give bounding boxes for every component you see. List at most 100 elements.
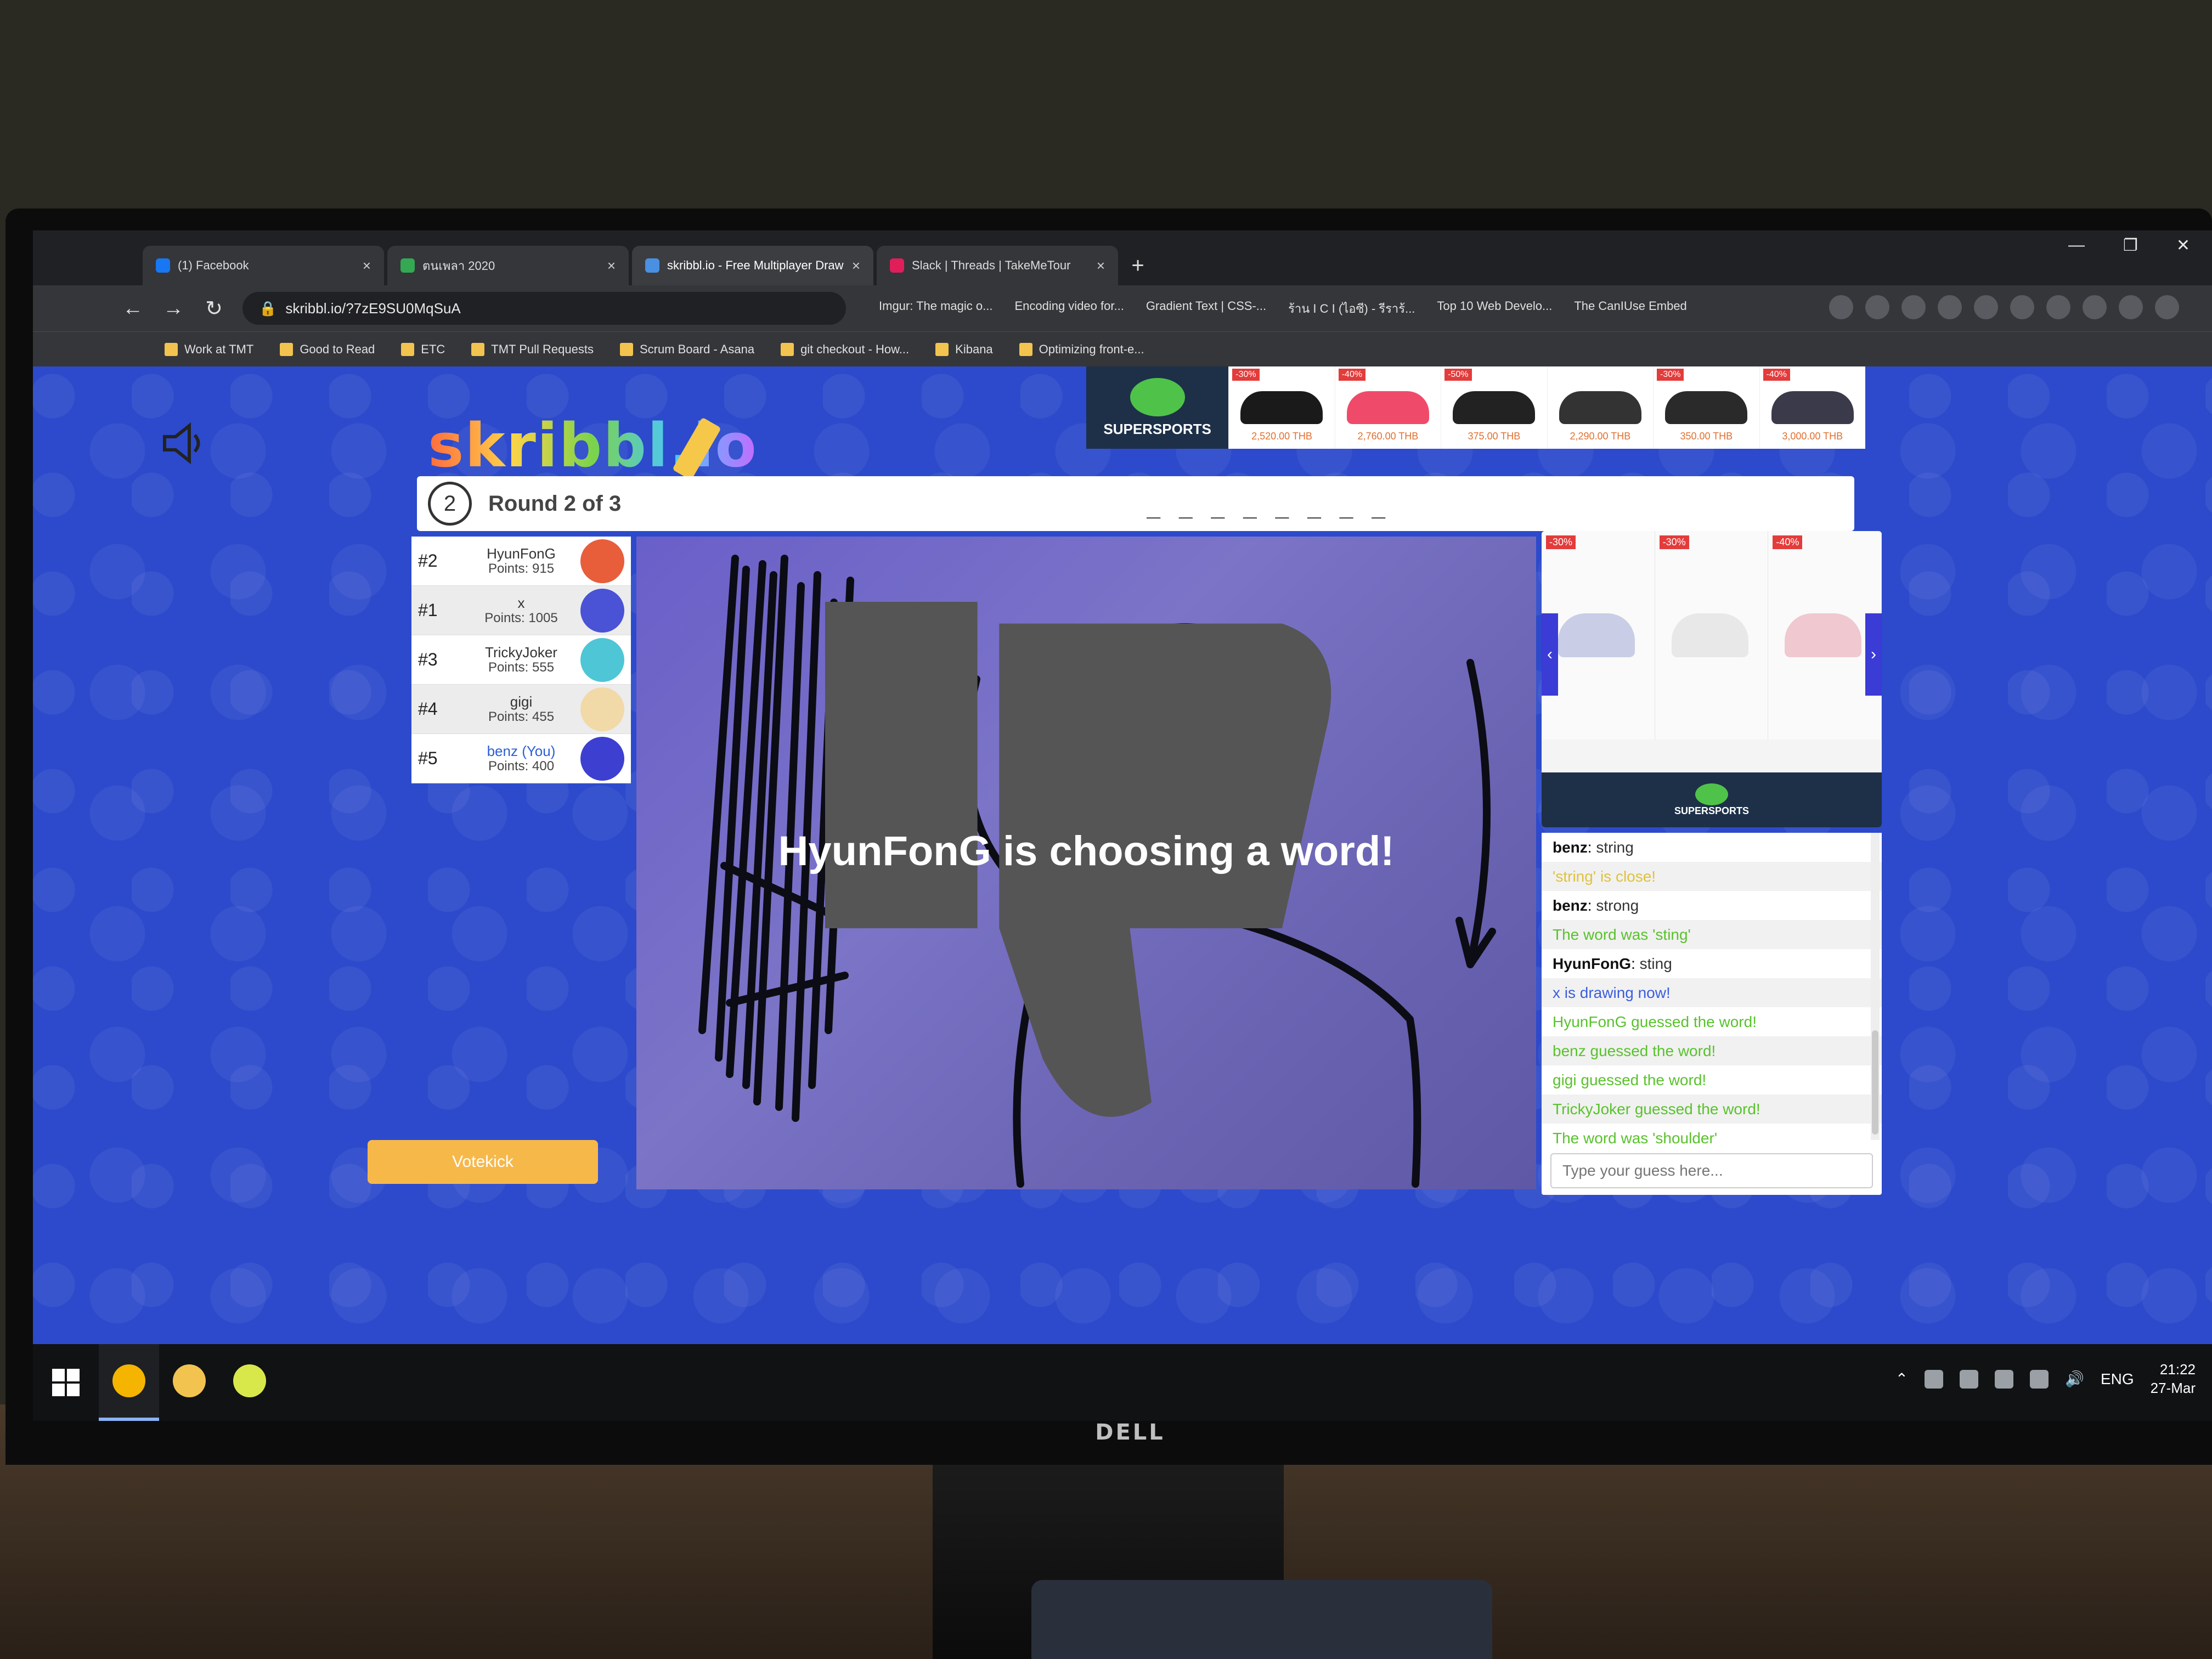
- bookmark-item[interactable]: Imgur: The magic o...: [879, 299, 992, 318]
- player-row[interactable]: #4 gigi Points: 455: [411, 685, 631, 734]
- language-indicator[interactable]: ENG: [2101, 1370, 2134, 1388]
- taskbar-app[interactable]: [219, 1344, 280, 1421]
- address-bar[interactable]: 🔒 skribbl.io/?7zE9SU0MqSuA: [242, 292, 846, 325]
- taskbar-chrome[interactable]: [99, 1344, 159, 1421]
- chat-text: TrickyJoker guessed the word!: [1553, 1101, 1760, 1118]
- ad-product[interactable]: -30%: [1542, 531, 1655, 740]
- discount-badge: -40%: [1773, 535, 1803, 549]
- player-avatar: [580, 588, 624, 633]
- star-icon[interactable]: [1829, 295, 1853, 319]
- bookmark-item[interactable]: Kibana: [935, 342, 993, 357]
- chat-sender: benz: [1553, 897, 1588, 914]
- tray-app-icon[interactable]: [1925, 1369, 1944, 1389]
- drawing-canvas[interactable]: HyunFonG is choosing a word!: [636, 537, 1536, 1189]
- extension-icon[interactable]: [2083, 295, 2107, 319]
- player-row[interactable]: #2 HyunFonG Points: 915: [411, 537, 631, 586]
- bookmark-item[interactable]: Good to Read: [280, 342, 375, 357]
- chevron-up-icon[interactable]: ⌃: [1895, 1370, 1908, 1388]
- sound-icon[interactable]: [159, 421, 208, 465]
- chevron-right-icon[interactable]: ›: [1865, 613, 1882, 696]
- chat-text: The word was 'shoulder': [1553, 1130, 1718, 1147]
- browser-tab[interactable]: (1) Facebook ×: [143, 246, 384, 285]
- bookmark-label: ETC: [421, 342, 445, 356]
- volume-icon[interactable]: 🔊: [2065, 1370, 2084, 1388]
- bookmark-item[interactable]: Optimizing front-e...: [1019, 342, 1144, 357]
- discount-badge: -50%: [1444, 369, 1472, 381]
- menu-icon[interactable]: [2155, 295, 2179, 319]
- tab-strip: (1) Facebook × ตนเพลา 2020 × skribbl.io - Fr…: [33, 230, 2212, 285]
- bookmark-item[interactable]: Scrum Board - Asana: [619, 342, 754, 357]
- player-row[interactable]: #1 x Points: 1005: [411, 586, 631, 635]
- taskbar-clock[interactable]: 21:22 27-Mar: [2151, 1361, 2196, 1398]
- chat-input[interactable]: [1550, 1153, 1873, 1188]
- ad-product[interactable]: -40% 2,760.00 THB: [1334, 366, 1441, 449]
- cloud-icon[interactable]: [1995, 1369, 2014, 1389]
- player-info: gigi Points: 455: [462, 694, 580, 724]
- browser-tab[interactable]: ตนเพลา 2020 ×: [387, 246, 629, 285]
- extension-icon[interactable]: [1901, 295, 1926, 319]
- close-window-icon[interactable]: ✕: [2176, 236, 2190, 255]
- bookmark-item[interactable]: git checkout - How...: [781, 342, 909, 357]
- ad-product[interactable]: -30% 2,520.00 THB: [1228, 366, 1334, 449]
- chat-scrollbar[interactable]: [1871, 833, 1880, 1140]
- extension-icon[interactable]: [1865, 295, 1889, 319]
- forward-icon[interactable]: →: [161, 297, 185, 320]
- chevron-left-icon[interactable]: ‹: [1542, 613, 1558, 696]
- reload-icon[interactable]: ↻: [202, 296, 226, 321]
- votekick-button[interactable]: Votekick: [368, 1140, 598, 1184]
- network-icon[interactable]: [2030, 1369, 2049, 1389]
- nvidia-icon[interactable]: [1960, 1369, 1979, 1389]
- extension-icon[interactable]: [2010, 295, 2034, 319]
- close-tab-icon[interactable]: ×: [852, 257, 860, 274]
- product-image: [1665, 391, 1748, 424]
- bookmark-item[interactable]: The CanIUse Embed: [1574, 299, 1686, 318]
- bookmark-label: TMT Pull Requests: [491, 342, 594, 356]
- player-name: x: [517, 595, 525, 611]
- ad-product[interactable]: -30% 350.00 THB: [1653, 366, 1759, 449]
- bookmark-label: Work at TMT: [184, 342, 254, 356]
- top-ad-banner[interactable]: SUPERSPORTS -30% 2,520.00 THB -40% 2,760.00…: [1086, 366, 1865, 449]
- product-image: [1559, 391, 1641, 424]
- product-price: 2,290.00 THB: [1570, 431, 1631, 442]
- ad-product[interactable]: -40%: [1768, 531, 1882, 740]
- new-tab-button[interactable]: +: [1121, 246, 1154, 285]
- player-row[interactable]: #5 benz (You) Points: 400: [411, 734, 631, 783]
- extension-icon[interactable]: [2046, 295, 2070, 319]
- bookmark-item[interactable]: ETC: [401, 342, 445, 357]
- discount-badge: -30%: [1657, 369, 1684, 381]
- player-list: #2 HyunFonG Points: 915 #1 x Points: 1005 #3 Tr…: [411, 537, 631, 783]
- folder-icon: [165, 342, 178, 356]
- ad-product[interactable]: -50% 375.00 THB: [1441, 366, 1547, 449]
- clock-icon: 2: [428, 482, 472, 526]
- bookmark-item[interactable]: Gradient Text | CSS-...: [1146, 299, 1266, 318]
- close-tab-icon[interactable]: ×: [1097, 257, 1105, 274]
- browser-tab[interactable]: skribbl.io - Free Multiplayer Draw ×: [632, 246, 873, 285]
- side-ad-banner[interactable]: -30% -30% -40% ‹ › SUPERSPORTS: [1542, 531, 1882, 827]
- product-image: [1346, 391, 1429, 424]
- ad-product[interactable]: 2,290.00 THB: [1547, 366, 1653, 449]
- bookmark-item[interactable]: ร้าน I C I (ไอซี) - รีราร้...: [1288, 299, 1415, 318]
- bookmark-item[interactable]: Top 10 Web Develo...: [1437, 299, 1552, 318]
- bookmark-item[interactable]: Encoding video for...: [1014, 299, 1124, 318]
- profile-avatar-icon[interactable]: [2119, 295, 2143, 319]
- minimize-icon[interactable]: —: [2068, 236, 2085, 255]
- url-text: skribbl.io/?7zE9SU0MqSuA: [285, 300, 461, 317]
- restore-icon[interactable]: ❐: [2123, 236, 2138, 255]
- dell-logo: DELL: [1095, 1420, 1165, 1445]
- product-image: [1240, 391, 1323, 424]
- extension-icon[interactable]: [1974, 295, 1998, 319]
- start-button[interactable]: [33, 1344, 99, 1421]
- player-row[interactable]: #3 TrickyJoker Points: 555: [411, 635, 631, 685]
- discount-badge: -30%: [1659, 535, 1689, 549]
- close-tab-icon[interactable]: ×: [363, 257, 371, 274]
- bookmark-item[interactable]: TMT Pull Requests: [471, 342, 594, 357]
- ad-product[interactable]: -30%: [1655, 531, 1769, 740]
- bookmark-item[interactable]: Work at TMT: [165, 342, 253, 357]
- back-icon[interactable]: ←: [121, 297, 145, 320]
- taskbar-file-explorer[interactable]: [159, 1344, 219, 1421]
- extension-icon[interactable]: [1938, 295, 1962, 319]
- browser-tab[interactable]: Slack | Threads | TakeMeTour ×: [877, 246, 1118, 285]
- ad-product[interactable]: -40% 3,000.00 THB: [1759, 366, 1865, 449]
- close-tab-icon[interactable]: ×: [607, 257, 616, 274]
- chat-scrollbar-thumb[interactable]: [1872, 1030, 1878, 1135]
